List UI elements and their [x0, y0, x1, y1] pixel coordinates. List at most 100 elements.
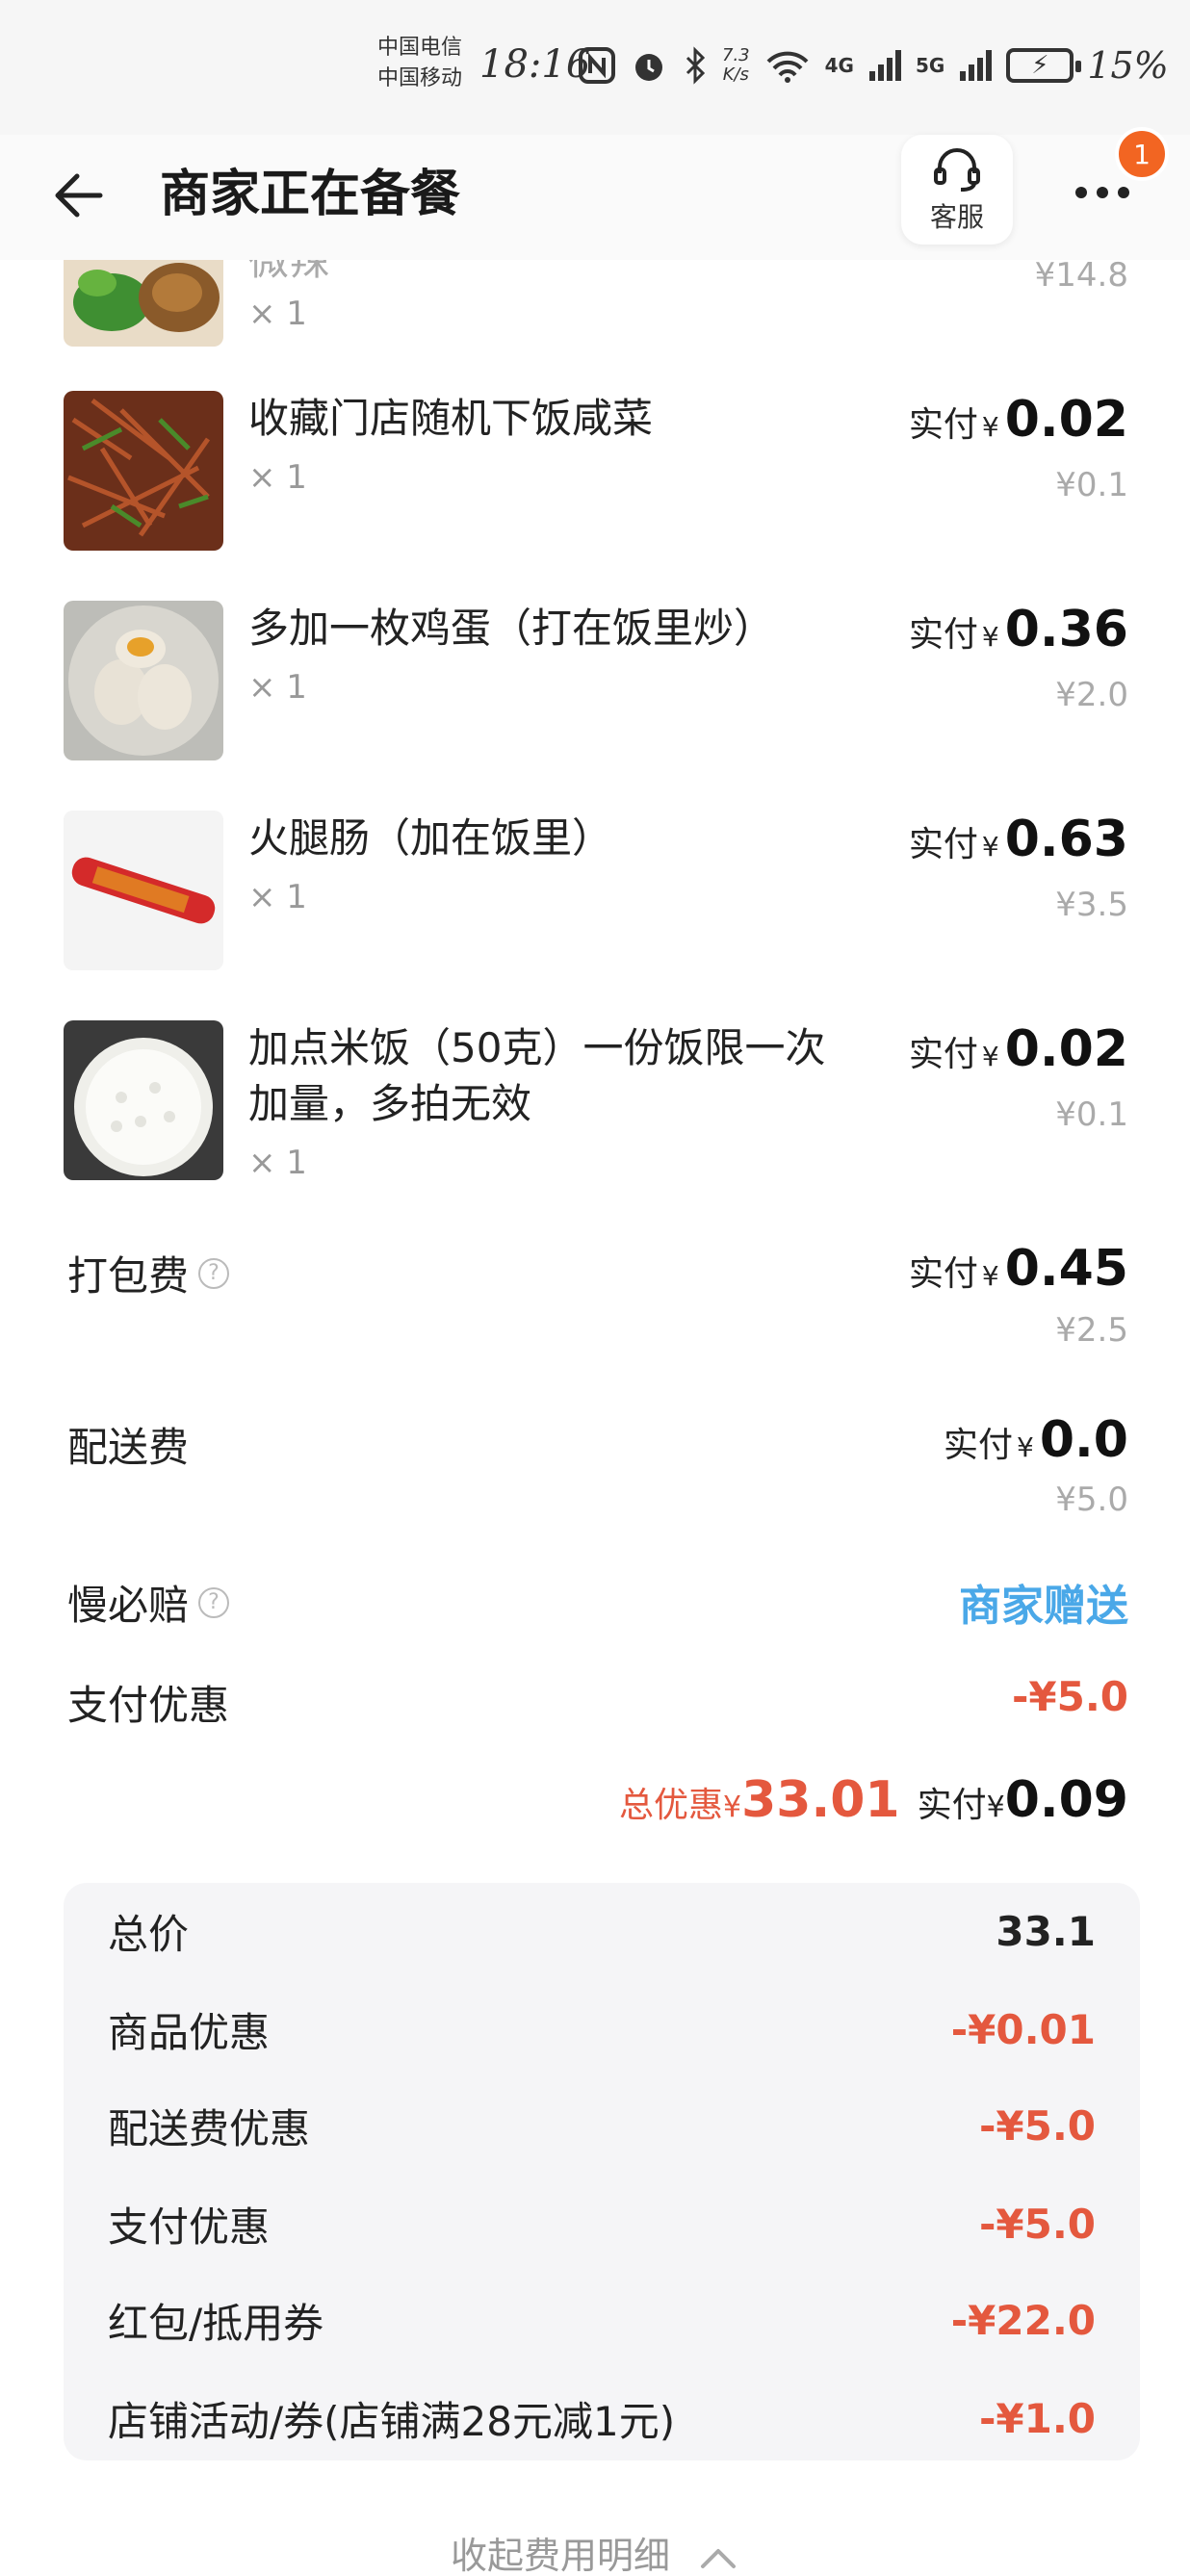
- customer-service-button[interactable]: 客服: [901, 135, 1013, 245]
- fee-label: 支付优惠: [108, 2202, 271, 2251]
- total-paid-value: 0.09: [1004, 1771, 1128, 1829]
- fee-breakdown-panel: 总价 33.1 商品优惠 -¥0.01 配送费优惠 -¥5.0 支付优惠 -¥5…: [64, 1883, 1140, 2460]
- food-thumbnail: [64, 260, 223, 347]
- food-thumbnail: [64, 601, 223, 760]
- currency-symbol: ¥: [981, 1041, 999, 1072]
- total-discount: 总优惠¥33.01: [619, 1771, 900, 1829]
- currency-symbol: ¥: [723, 1790, 742, 1824]
- order-detail-panel: 微辣 × 1 ¥14.8 收藏门店随机下饭咸菜 × 1 实付 ¥ 0.02 ¥0…: [0, 260, 1190, 2576]
- alarm-icon: [635, 54, 662, 81]
- list-item: 多加一枚鸡蛋（打在饭里炒） × 1 实付 ¥ 0.36 ¥2.0: [0, 601, 1190, 784]
- item-quantity: × 1: [248, 878, 307, 916]
- item-quantity: × 1: [248, 1144, 307, 1182]
- paid-value: 0.45: [1004, 1240, 1128, 1298]
- collapse-label: 收起费用明细: [450, 2535, 670, 2576]
- item-paid-price: 实付 ¥ 0.63: [909, 811, 1128, 868]
- currency-symbol: ¥: [981, 831, 999, 863]
- network-speed: 7.3 K/s: [722, 46, 750, 85]
- delivery-fee-paid: 实付 ¥ 0.0: [944, 1411, 1128, 1469]
- item-original-price: ¥3.5: [1055, 886, 1128, 924]
- item-paid-price: 实付 ¥ 0.36: [909, 601, 1128, 658]
- currency-symbol: ¥: [981, 411, 999, 443]
- item-quantity: × 1: [248, 458, 307, 497]
- item-paid-price: 实付 ¥ 0.02: [909, 1020, 1128, 1078]
- fee-value: -¥1.0: [978, 2394, 1096, 2442]
- clock: 18:16: [479, 42, 591, 87]
- packing-fee-text: 打包费: [67, 1252, 190, 1300]
- fee-value: 33.1: [996, 1907, 1096, 1955]
- fee-row: 店铺活动/券(店铺满28元减1元) -¥1.0: [108, 2389, 1096, 2447]
- item-original-price: ¥2.0: [1055, 676, 1128, 714]
- payment-discount-label: 支付优惠: [67, 1682, 230, 1729]
- paid-label: 实付: [908, 1254, 978, 1294]
- fee-label: 红包/抵用券: [108, 2299, 324, 2347]
- dot-icon: [1075, 187, 1087, 198]
- signal-icon-2: [960, 50, 993, 81]
- food-thumbnail: [64, 391, 223, 551]
- item-original-price: ¥0.1: [1055, 466, 1128, 504]
- network-type-1: 4G: [824, 54, 854, 77]
- arrow-left-icon: [55, 173, 103, 218]
- item-name: 加点米饭（50克）一份饭限一次加量，多拍无效: [248, 1024, 826, 1127]
- battery-percent: 15%: [1087, 44, 1169, 87]
- item-original-price: ¥14.8: [1034, 260, 1128, 295]
- fee-label: 配送费优惠: [108, 2104, 311, 2152]
- delivery-fee-label: 配送费: [67, 1424, 190, 1471]
- battery-icon: ⚡: [1006, 48, 1082, 83]
- late-compensation-label: 慢必赔 ?: [67, 1573, 230, 1632]
- total-discount-value: 33.01: [741, 1771, 900, 1829]
- packing-fee-label: 打包费 ?: [67, 1244, 230, 1302]
- fee-value: -¥5.0: [978, 2200, 1096, 2248]
- carrier-2: 中国移动: [377, 66, 463, 90]
- delivery-fee-original: ¥5.0: [1055, 1481, 1128, 1519]
- help-icon[interactable]: ?: [198, 1586, 230, 1618]
- item-name: 多加一枚鸡蛋（打在饭里炒）: [248, 605, 775, 652]
- total-discount-label: 总优惠: [618, 1786, 723, 1825]
- paid-value: 0.63: [1004, 811, 1128, 868]
- food-thumbnail: [64, 1020, 223, 1180]
- item-name: 收藏门店随机下饭咸菜: [248, 395, 654, 442]
- item-paid-price: 实付 ¥ 0.02: [909, 391, 1128, 449]
- currency-symbol: ¥: [981, 1260, 999, 1292]
- fee-row: 红包/抵用券 -¥22.0: [108, 2291, 1096, 2349]
- dot-icon: [1097, 187, 1108, 198]
- carrier-names: 中国电信 中国移动: [377, 33, 462, 94]
- paid-value: 0.02: [1004, 391, 1128, 449]
- help-icon[interactable]: ?: [198, 1257, 230, 1289]
- packing-fee-original: ¥2.5: [1055, 1311, 1128, 1350]
- currency-symbol: ¥: [1017, 1431, 1034, 1463]
- merchant-gift-value: 商家赠送: [959, 1582, 1128, 1631]
- fee-value: -¥0.01: [950, 2005, 1096, 2053]
- item-original-price: ¥0.1: [1055, 1095, 1128, 1134]
- item-name: 微辣: [248, 260, 330, 284]
- dot-icon: [1118, 187, 1129, 198]
- late-compensation-text: 慢必赔: [67, 1582, 190, 1629]
- paid-value: 0.36: [1004, 601, 1128, 658]
- speed-unit: K/s: [722, 64, 749, 85]
- list-item: 加点米饭（50克）一份饭限一次加量，多拍无效 × 1 实付 ¥ 0.02 ¥0.…: [0, 1020, 1190, 1242]
- currency-symbol: ¥: [986, 1790, 1005, 1824]
- headset-icon: [934, 148, 980, 192]
- paid-label: 实付: [917, 1786, 987, 1825]
- list-item: 火腿肠（加在饭里） × 1 实付 ¥ 0.63 ¥3.5: [0, 811, 1190, 993]
- paid-value: 0.0: [1039, 1411, 1128, 1469]
- paid-label: 实付: [944, 1426, 1014, 1465]
- bluetooth-icon: [686, 46, 706, 85]
- fee-value: -¥5.0: [978, 2101, 1096, 2150]
- payment-discount-value: -¥5.0: [1011, 1673, 1128, 1720]
- customer-service-label: 客服: [929, 201, 984, 233]
- collapse-fee-details-button[interactable]: 收起费用明细: [0, 2526, 1190, 2576]
- packing-fee-paid: 实付 ¥ 0.45: [909, 1240, 1128, 1298]
- fee-row: 配送费优惠 -¥5.0: [108, 2097, 1096, 2154]
- notification-badge: 1: [1115, 127, 1169, 181]
- chevron-up-icon: [701, 2548, 737, 2568]
- signal-icon-1: [868, 50, 901, 81]
- top-navigation-bar: 商家正在备餐 客服 1: [0, 127, 1190, 260]
- fee-row: 支付优惠 -¥5.0: [108, 2195, 1096, 2253]
- fee-row: 总价 33.1: [108, 1902, 1096, 1960]
- back-button[interactable]: [46, 162, 114, 229]
- order-total-row: 总优惠¥33.01 实付¥0.09: [619, 1771, 1128, 1829]
- network-type-2: 5G: [915, 54, 945, 77]
- status-bar: 中国电信 中国移动 18:16 7.3 K/s 4G 5G ⚡ 15%: [0, 0, 1190, 135]
- item-name: 火腿肠（加在饭里）: [248, 814, 613, 862]
